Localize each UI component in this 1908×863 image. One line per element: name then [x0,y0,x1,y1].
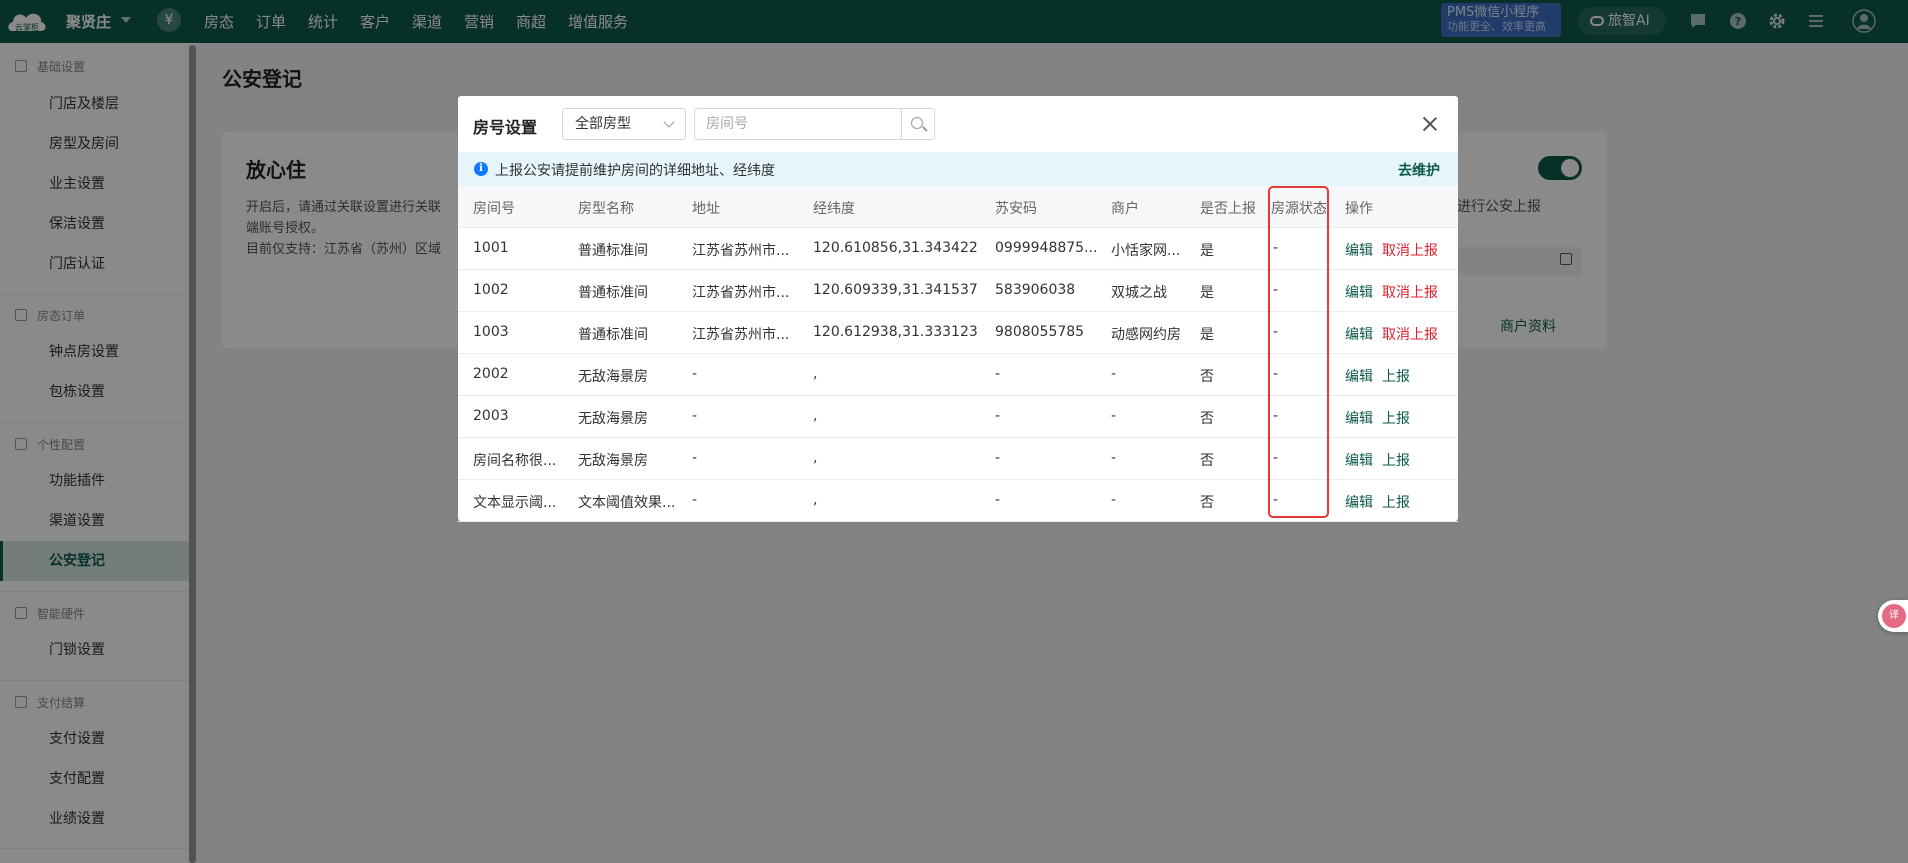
cancel-report-button[interactable]: 取消上报 [1382,324,1438,344]
column-header-room-type: 房型名称 [578,201,634,217]
edit-button[interactable]: 编辑 [1345,408,1373,428]
info-text: 上报公安请提前维护房间的详细地址、经纬度 [495,163,775,179]
cell-suan-code: 583906038 [995,282,1076,298]
cell-coordinates: 120.609339,31.341537 [813,282,978,298]
floating-translate-widget[interactable]: 译 [1878,600,1908,632]
edit-button[interactable]: 编辑 [1345,450,1373,470]
cell-room-type: 普通标准间 [578,285,648,301]
cell-room-no: 2003 [473,408,509,424]
edit-button[interactable]: 编辑 [1345,282,1373,302]
edit-button[interactable]: 编辑 [1345,366,1373,386]
cell-room-type: 普通标准间 [578,327,648,343]
report-button[interactable]: 上报 [1382,408,1410,428]
cell-suan-code: - [995,408,1001,424]
listing-status-column-highlight [1268,186,1329,518]
cell-address: 江苏省苏州市... [692,243,790,259]
report-button[interactable]: 上报 [1382,450,1410,470]
column-header-room-no: 房间号 [473,201,515,217]
cell-reported: 否 [1200,369,1214,385]
cell-coordinates: , [813,366,818,382]
cell-merchant: 双城之战 [1111,285,1167,301]
translate-icon: 译 [1882,604,1906,628]
cell-room-no: 1001 [473,240,509,256]
cell-merchant: - [1111,492,1117,508]
cell-reported: 是 [1200,285,1214,301]
cell-address: - [692,492,698,508]
cell-address: - [692,408,698,424]
cell-merchant: - [1111,366,1117,382]
cell-reported: 否 [1200,495,1214,511]
cell-merchant: - [1111,408,1117,424]
cell-address: 江苏省苏州市... [692,285,790,301]
column-header-coordinates: 经纬度 [813,201,855,217]
cell-address: - [692,366,698,382]
cell-reported: 否 [1200,453,1214,469]
cancel-report-button[interactable]: 取消上报 [1382,282,1438,302]
cell-room-no: 文本显示阈... [473,495,557,511]
search-icon [911,117,923,129]
column-header-reported: 是否上报 [1200,201,1256,217]
edit-button[interactable]: 编辑 [1345,324,1373,344]
cell-room-no: 房间名称很... [473,453,557,469]
cell-suan-code: - [995,450,1001,466]
room-type-select-value: 全部房型 [575,116,631,132]
cell-suan-code: 9808055785 [995,324,1085,340]
cell-room-no: 1003 [473,324,509,340]
cell-merchant: 动感网约房 [1111,327,1181,343]
cell-merchant: 小恬家网... [1111,243,1181,259]
column-header-merchant: 商户 [1111,201,1139,217]
search-button[interactable] [901,108,935,140]
room-type-select[interactable]: 全部房型 [562,108,686,140]
close-icon[interactable] [1420,114,1440,134]
column-header-actions: 操作 [1345,201,1373,217]
report-button[interactable]: 上报 [1382,366,1410,386]
cell-address: - [692,450,698,466]
search-icon-handle [922,126,928,132]
modal-title: 房号设置 [473,118,538,137]
cell-suan-code: - [995,366,1001,382]
go-maintain-link[interactable]: 去维护 [1398,160,1440,180]
column-header-suan-code: 苏安码 [995,201,1037,217]
chevron-down-icon [663,116,675,128]
cell-room-type: 无敌海景房 [578,411,648,427]
cell-suan-code: 0999948875... [995,240,1098,256]
cell-reported: 否 [1200,411,1214,427]
cell-room-type: 普通标准间 [578,243,648,259]
room-number-search-input[interactable] [694,108,902,140]
cell-room-type: 无敌海景房 [578,453,648,469]
cell-coordinates: , [813,408,818,424]
report-button[interactable]: 上报 [1382,492,1410,512]
cell-coordinates: 120.612938,31.333123 [813,324,978,340]
cell-room-type: 文本阈值效果... [578,495,676,511]
cell-room-no: 2002 [473,366,509,382]
cell-address: 江苏省苏州市... [692,327,790,343]
column-header-address: 地址 [692,201,720,217]
info-icon: i [474,162,488,176]
cell-room-no: 1002 [473,282,509,298]
cell-suan-code: - [995,492,1001,508]
cell-room-type: 无敌海景房 [578,369,648,385]
cell-coordinates: , [813,492,818,508]
cancel-report-button[interactable]: 取消上报 [1382,240,1438,260]
cell-reported: 是 [1200,327,1214,343]
cell-coordinates: 120.610856,31.343422 [813,240,978,256]
info-alert-bar: i 上报公安请提前维护房间的详细地址、经纬度 去维护 [458,152,1458,186]
cell-reported: 是 [1200,243,1214,259]
edit-button[interactable]: 编辑 [1345,240,1373,260]
cell-coordinates: , [813,450,818,466]
edit-button[interactable]: 编辑 [1345,492,1373,512]
cell-merchant: - [1111,450,1117,466]
